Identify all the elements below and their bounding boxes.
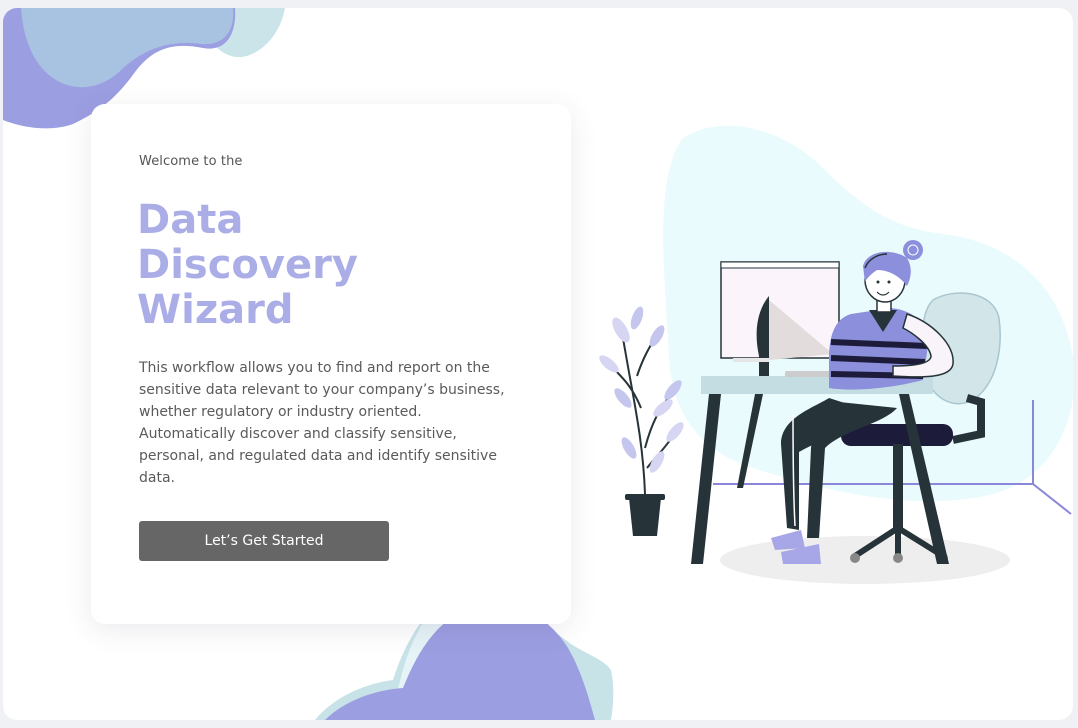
page-title: Data Discovery Wizard	[137, 198, 437, 333]
welcome-screen: Welcome to the Data Discovery Wizard Thi…	[3, 8, 1073, 720]
welcome-text: Welcome to the	[139, 154, 243, 169]
workflow-description: This workflow allows you to find and rep…	[139, 360, 505, 486]
desk-worker-illustration	[599, 125, 1073, 584]
chair-wheel	[893, 553, 903, 563]
title-line: Wizard	[137, 287, 294, 333]
floor-line-diagonal	[1032, 483, 1072, 515]
get-started-button[interactable]: Let’s Get Started	[139, 521, 389, 561]
floor-shadow	[720, 536, 1010, 584]
title-line: Discovery	[137, 242, 358, 288]
welcome-card: Welcome to the Data Discovery Wizard Thi…	[91, 104, 571, 624]
chair-wheel	[850, 553, 860, 563]
title-line: Data	[137, 197, 244, 243]
